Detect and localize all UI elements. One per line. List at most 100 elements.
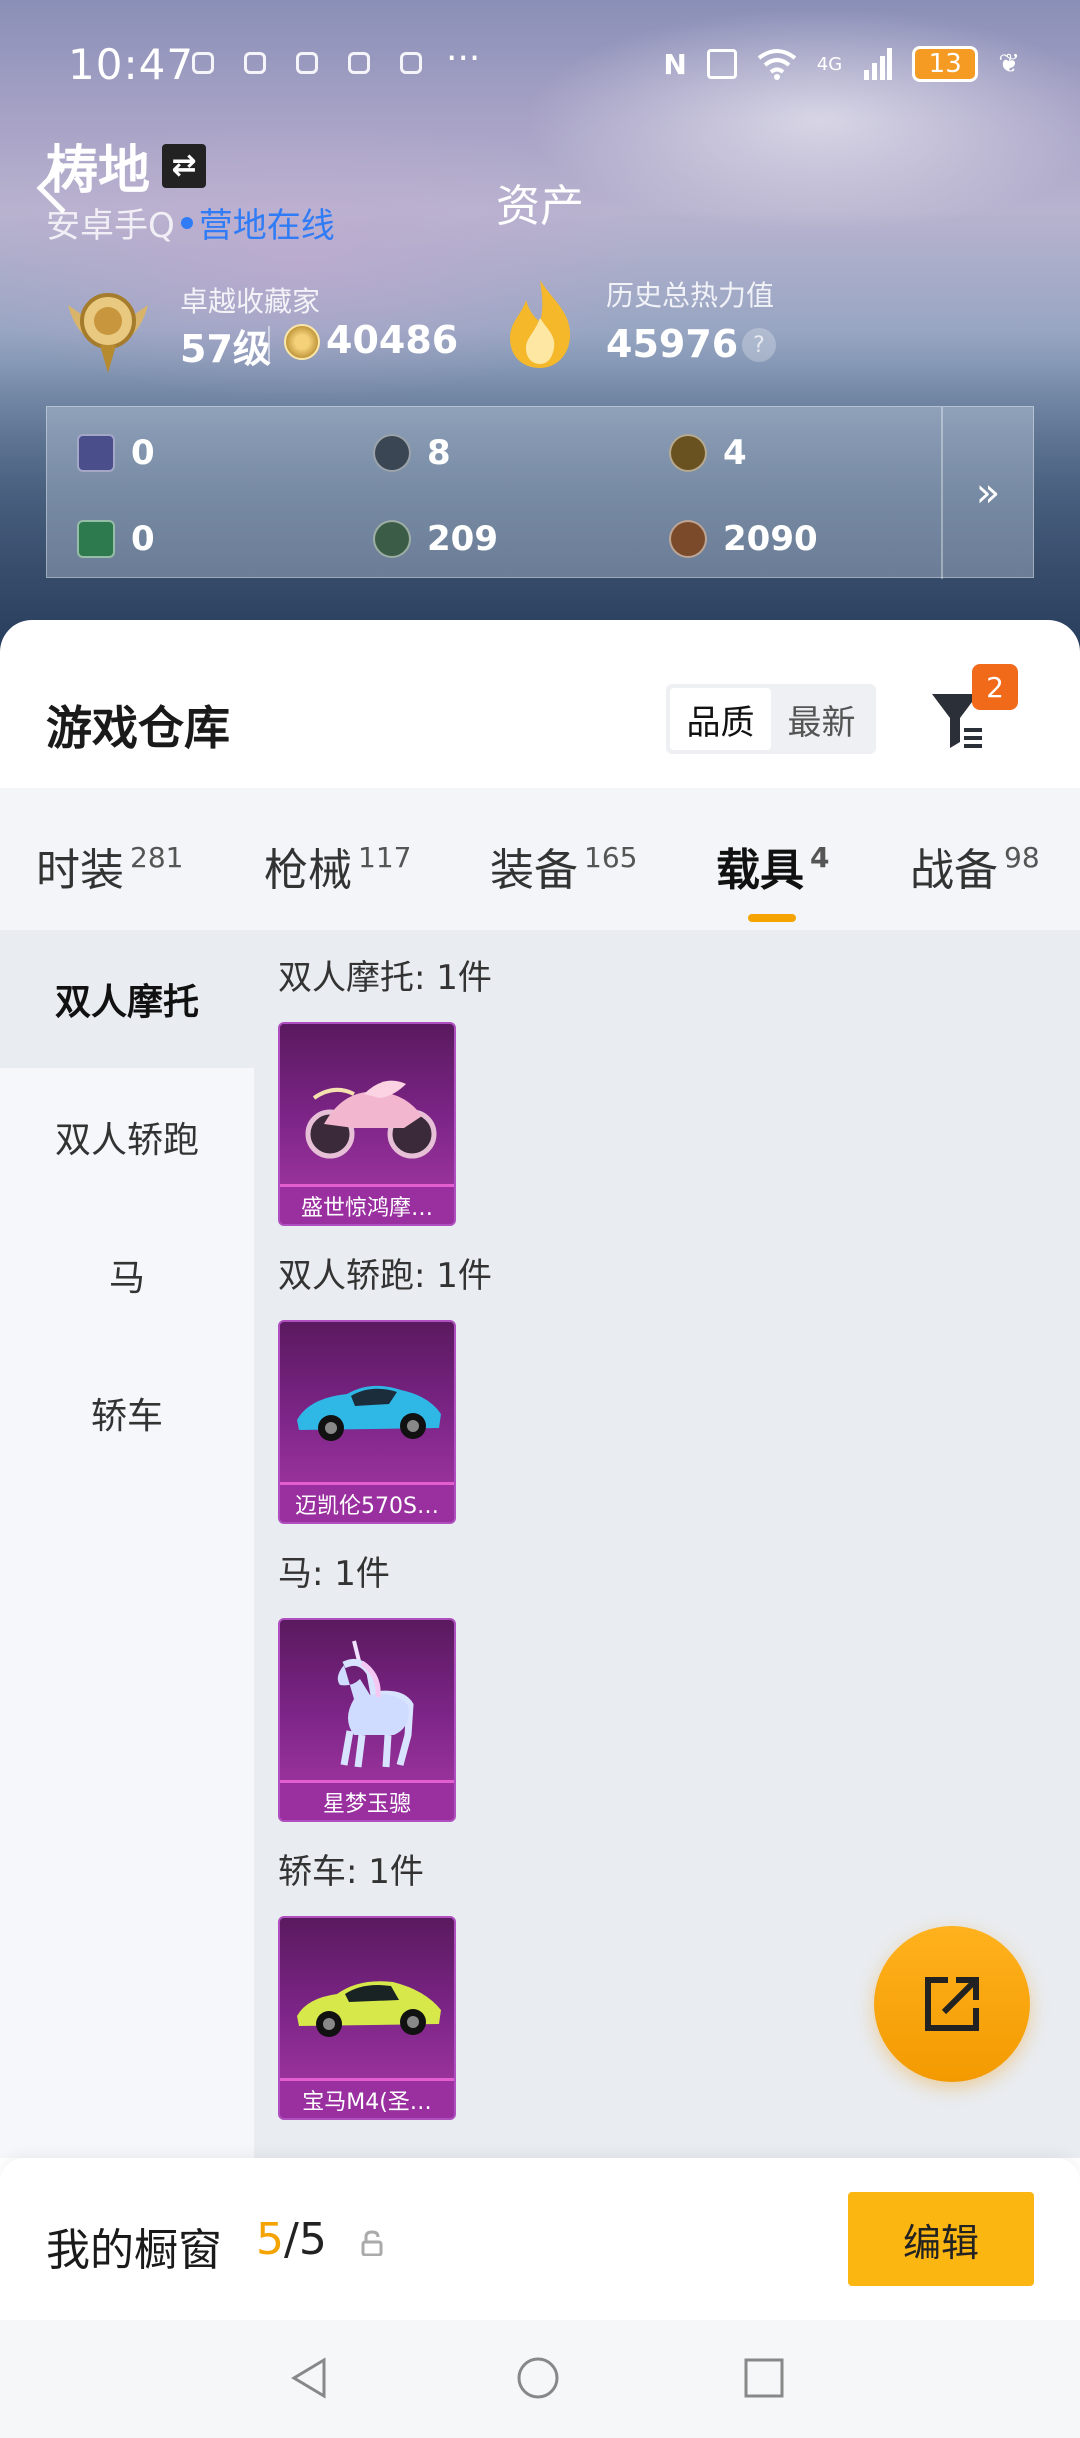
divider — [268, 326, 270, 362]
tab-vehicles[interactable]: 载具 4 — [716, 834, 829, 898]
stat-item: 2090 — [669, 519, 818, 559]
tab-label: 战备 — [910, 845, 998, 896]
lock-icon — [361, 2230, 383, 2256]
online-dot-icon — [180, 216, 193, 229]
tab-supplies[interactable]: 战备 98 — [910, 834, 1040, 898]
showcase-count: 5/5 — [256, 2214, 327, 2265]
tab-label: 时装 — [36, 845, 124, 896]
stats-more-button[interactable]: » — [941, 407, 1033, 579]
item-card[interactable]: 盛世惊鸿摩… — [278, 1022, 456, 1226]
leaf-icon: ❦ — [998, 49, 1020, 79]
stat-value: 8 — [427, 433, 451, 473]
notification-icons — [192, 52, 422, 74]
collector-level: 57级 — [180, 327, 271, 371]
category-tabs: 时装 281 枪械 117 装备 165 载具 4 战备 98 — [0, 788, 1080, 938]
item-card[interactable]: 星梦玉骢 — [278, 1618, 456, 1822]
warehouse-title: 游戏仓库 — [46, 701, 230, 755]
group-label: 马: 1件 — [278, 1554, 390, 1594]
filter-badge: 2 — [972, 664, 1018, 710]
swap-account-icon[interactable]: ⇄ — [162, 143, 207, 188]
nfc-icon: N — [663, 47, 687, 81]
showcase-bar: 我的橱窗 5/5 编辑 — [0, 2158, 1080, 2320]
sort-latest-option[interactable]: 最新 — [771, 688, 872, 750]
gold-coin-icon — [669, 434, 707, 472]
item-card[interactable]: 迈凯伦570S… — [278, 1320, 456, 1524]
back-nav-icon[interactable] — [288, 2356, 332, 2400]
tab-label: 载具 — [716, 845, 804, 896]
item-name: 宝马M4(圣… — [280, 2078, 454, 2118]
vehicle-type-sidebar: 双人摩托 双人轿跑 马 轿车 — [0, 930, 254, 2158]
medal-icon — [68, 293, 148, 373]
showcase-current: 5 — [256, 2214, 284, 2265]
sort-toggle: 品质 最新 — [666, 684, 876, 754]
tab-guns[interactable]: 枪械 117 — [264, 834, 411, 898]
platform-label: 安卓手Q — [46, 206, 175, 246]
stats-panel: 0 8 4 0 209 2090 » — [46, 406, 1034, 579]
help-icon[interactable]: ? — [742, 328, 776, 362]
user-status: 安卓手Q 营地在线 — [46, 198, 335, 247]
sidebar-item-two-seat-moto[interactable]: 双人摩托 — [0, 930, 254, 1068]
status-indicators: N 4G 13 ❦ — [663, 46, 1020, 82]
share-icon — [925, 1977, 979, 2031]
sidebar-item-horse[interactable]: 马 — [0, 1206, 254, 1344]
network-type: 4G — [816, 53, 843, 75]
card-icon — [77, 434, 115, 472]
unicorn-image — [280, 1630, 454, 1780]
showcase-total: /5 — [284, 2214, 327, 2265]
online-status: 营地在线 — [198, 206, 335, 246]
status-time: 10:47 — [68, 40, 195, 89]
status-bar: 10:47 ··· N 4G 13 ❦ — [0, 0, 1080, 130]
hero-banner: 10:47 ··· N 4G 13 ❦ 资产 梼地 ⇄ 安卓手Q 营地在线 卓越… — [0, 0, 1080, 660]
recents-nav-icon[interactable] — [742, 2356, 786, 2400]
showcase-label: 我的橱窗 — [46, 2225, 222, 2276]
stat-item: 0 — [77, 433, 155, 473]
edit-button[interactable]: 编辑 — [848, 2192, 1034, 2286]
stat-value: 209 — [427, 519, 498, 559]
sidebar-item-two-seat-coupe[interactable]: 双人轿跑 — [0, 1068, 254, 1206]
signal-icon — [864, 48, 893, 80]
group-label: 双人摩托: 1件 — [278, 958, 492, 998]
notification-icon — [296, 52, 318, 74]
tab-count: 165 — [584, 841, 638, 874]
sedan-image — [280, 1928, 454, 2078]
motorcycle-image — [280, 1034, 454, 1184]
tab-label: 枪械 — [264, 845, 352, 896]
notification-icon — [244, 52, 266, 74]
stat-value: 4 — [723, 433, 747, 473]
system-nav-bar — [0, 2320, 1080, 2438]
group-label: 双人轿跑: 1件 — [278, 1256, 492, 1296]
tab-fashion[interactable]: 时装 281 — [36, 834, 183, 898]
battery-icon: 13 — [912, 46, 979, 82]
ticket-icon — [77, 520, 115, 558]
stat-value: 2090 — [723, 519, 818, 559]
stat-item: 4 — [669, 433, 747, 473]
battery-level: 13 — [928, 49, 962, 79]
stat-item: 8 — [373, 433, 451, 473]
tab-equipment[interactable]: 装备 165 — [490, 834, 637, 898]
notification-icon — [400, 52, 422, 74]
tab-count: 117 — [358, 841, 412, 874]
tab-count: 98 — [1004, 841, 1040, 874]
sort-quality-option[interactable]: 品质 — [670, 688, 771, 750]
item-card[interactable]: 宝马M4(圣… — [278, 1916, 456, 2120]
stat-value: 0 — [131, 433, 155, 473]
collector-title: 卓越收藏家 — [180, 285, 321, 318]
home-nav-icon[interactable] — [516, 2356, 560, 2400]
coin-icon — [284, 324, 320, 360]
item-name: 盛世惊鸿摩… — [280, 1184, 454, 1224]
silver-coin-icon — [373, 434, 411, 472]
wifi-icon — [757, 49, 797, 80]
heat-title: 历史总热力值 — [606, 279, 775, 312]
stat-item: 0 — [77, 519, 155, 559]
tab-count: 4 — [810, 841, 830, 874]
sidebar-item-sedan[interactable]: 轿车 — [0, 1344, 254, 1482]
stat-item: 209 — [373, 519, 498, 559]
item-name: 星梦玉骢 — [280, 1780, 454, 1820]
share-button[interactable] — [874, 1926, 1030, 2082]
group-label: 轿车: 1件 — [278, 1852, 424, 1892]
notification-icon — [348, 52, 370, 74]
bronze-coin-icon — [669, 520, 707, 558]
coin-value: 40486 — [326, 318, 459, 362]
active-tab-indicator — [748, 914, 796, 922]
green-coin-icon — [373, 520, 411, 558]
